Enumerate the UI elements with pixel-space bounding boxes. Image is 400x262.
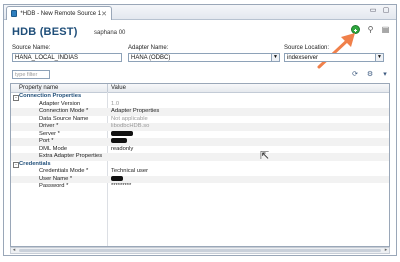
property-key: Adapter Version (39, 100, 81, 107)
property-key: Port * (39, 138, 54, 144)
property-key: User Name * (39, 175, 73, 182)
source-location-select[interactable]: indexserver ▼ (284, 53, 384, 62)
column-header-value: Value (107, 84, 126, 92)
table-row[interactable]: Credentials Mode * Technical user (11, 168, 389, 176)
redacted-value (111, 130, 133, 139)
mouse-cursor-icon: ⇱ (260, 150, 270, 162)
property-value: Adapter Properties (111, 108, 160, 114)
property-grid: Property name Value − Connection Propert… (10, 83, 390, 247)
refresh-icon[interactable]: ⟳ (350, 70, 360, 79)
table-row[interactable]: Driver * libodbcHDB.so (11, 123, 389, 131)
grid-options-icon[interactable]: ⚙ (365, 70, 375, 79)
add-icon[interactable] (351, 25, 360, 34)
source-location-value: indexserver (287, 55, 319, 61)
property-key: Credentials Mode * (39, 168, 89, 174)
table-row[interactable]: Extra Adapter Properties (11, 153, 389, 161)
scroll-left-icon[interactable]: ◂ (11, 248, 17, 253)
adapter-name-select[interactable]: HANA (ODBC) ▼ (128, 53, 280, 62)
column-header-property: Property name (19, 85, 59, 91)
section-connection-properties[interactable]: − Connection Properties (11, 93, 389, 101)
property-key: Extra Adapter Properties (39, 153, 103, 159)
property-value: Technical user (111, 168, 149, 174)
horizontal-scrollbar[interactable]: ◂ ▸ (10, 247, 390, 254)
properties-icon[interactable]: ▤ (381, 25, 390, 34)
editor-frame: *HDB - New Remote Source 1 ✕ ▭ ▢ HDB (BE… (3, 4, 397, 256)
menu-icon[interactable]: ▾ (380, 70, 390, 79)
property-key: Connection Mode * (39, 108, 89, 114)
header: HDB (BEST) saphana 00 ⚲ ▤ (4, 21, 396, 41)
source-name-label: Source Name: (12, 45, 51, 51)
adapter-name-label: Adapter Name: (128, 45, 169, 51)
tab-label: *HDB - New Remote Source 1 (20, 10, 102, 17)
chevron-down-icon[interactable]: ▼ (271, 54, 279, 61)
page-title: HDB (BEST) (12, 26, 78, 38)
table-row[interactable]: Password * ********* (11, 183, 389, 191)
property-value: readonly (111, 145, 134, 152)
property-value: libodbcHDB.so (111, 123, 150, 129)
property-value: ********* (111, 183, 132, 189)
grid-toolbar: ⟳ ⚙ ▾ (350, 70, 390, 79)
property-value: Not applicable (111, 115, 148, 122)
filter-input[interactable]: type filter (12, 70, 50, 79)
table-row[interactable]: User Name * (11, 175, 389, 184)
property-key: DML Mode (39, 145, 68, 152)
table-row[interactable]: Connection Mode * Adapter Properties (11, 108, 389, 116)
scroll-thumb[interactable] (19, 249, 381, 252)
section-label: Connection Properties (19, 93, 82, 99)
table-row[interactable]: Data Source Name Not applicable (11, 116, 389, 124)
table-row[interactable]: Adapter Version 1.0 (11, 101, 389, 109)
tab-bar: *HDB - New Remote Source 1 ✕ ▭ ▢ (4, 5, 396, 20)
header-toolbar: ⚲ ▤ (351, 25, 390, 34)
test-connection-icon[interactable]: ⚲ (366, 25, 375, 34)
scroll-right-icon[interactable]: ▸ (383, 248, 389, 253)
property-key: Data Source Name (39, 115, 89, 122)
grid-header: Property name Value (11, 84, 389, 93)
adapter-name-value: HANA (ODBC) (131, 55, 171, 61)
source-location-label: Source Location: (284, 45, 330, 51)
property-key: Password * (39, 183, 69, 189)
section-credentials[interactable]: − Credentials (11, 160, 389, 168)
tab-remote-source[interactable]: *HDB - New Remote Source 1 ✕ (6, 6, 112, 20)
close-icon[interactable]: ✕ (101, 10, 107, 18)
source-fields: Source Name: HANA_LOCAL_INDIAS Adapter N… (8, 45, 392, 67)
window-controls: ▭ ▢ (369, 7, 390, 15)
redacted-value (111, 175, 123, 184)
source-name-input[interactable]: HANA_LOCAL_INDIAS (12, 53, 122, 62)
table-row[interactable]: Server * (11, 130, 389, 139)
page-subtitle: saphana 00 (94, 30, 126, 36)
property-key: Server * (39, 130, 60, 137)
maximize-icon[interactable]: ▢ (382, 7, 390, 15)
minimize-icon[interactable]: ▭ (369, 7, 377, 15)
section-label: Credentials (19, 160, 51, 167)
table-row[interactable]: DML Mode readonly (11, 146, 389, 154)
chevron-down-icon[interactable]: ▼ (375, 54, 383, 61)
filter-row: type filter ⟳ ⚙ ▾ (8, 69, 392, 81)
table-row[interactable]: Port * (11, 138, 389, 146)
property-key: Driver * (39, 123, 59, 129)
property-value: 1.0 (111, 100, 120, 107)
redacted-value (111, 138, 127, 146)
database-icon (11, 10, 18, 17)
